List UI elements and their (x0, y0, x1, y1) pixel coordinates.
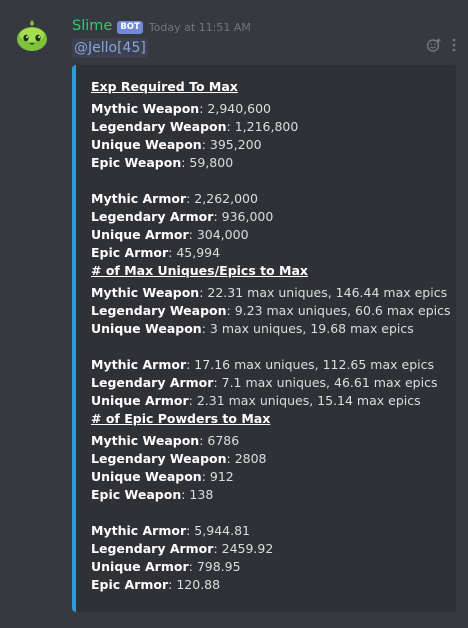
message-actions (426, 37, 456, 58)
chat-message: Slime BOT Today at 11:51 AM @Jello[45] E… (0, 0, 468, 628)
list-item: Epic Weapon: 59,800 (91, 155, 234, 170)
list-item: Mythic Armor: 2,262,000 (91, 191, 258, 206)
section-title-powders: # of Epic Powders to Max (91, 411, 271, 426)
list-item: Legendary Armor: 7.1 max uniques, 46.61 … (91, 375, 438, 390)
list-item: Epic Armor: 120.88 (91, 577, 221, 592)
list-item: Epic Armor: 45,994 (91, 245, 221, 260)
section-title-max: # of Max Uniques/Epics to Max (91, 263, 308, 278)
more-options-icon[interactable] (452, 38, 456, 57)
list-item: Unique Weapon: 395,200 (91, 137, 262, 152)
add-reaction-icon[interactable] (426, 37, 442, 58)
timestamp: Today at 11:51 AM (148, 20, 251, 34)
user-mention[interactable]: @Jello[45] (72, 38, 148, 58)
list-item: Mythic Armor: 5,944.81 (91, 523, 250, 538)
section-title-exp: Exp Required To Max (91, 79, 238, 94)
list-item: Unique Weapon: 912 (91, 469, 234, 484)
list-item: Legendary Armor: 936,000 (91, 209, 274, 224)
bot-tag: BOT (117, 20, 143, 34)
list-item: Mythic Weapon: 6786 (91, 433, 240, 448)
list-item: Mythic Weapon: 22.31 max uniques, 146.44… (91, 285, 448, 300)
embed: Exp Required To Max Mythic Weapon: 2,940… (72, 65, 456, 612)
message-header: Slime BOT Today at 11:51 AM (72, 15, 251, 37)
list-item: Unique Armor: 2.31 max uniques, 15.14 ma… (91, 393, 421, 408)
list-item: Mythic Weapon: 2,940,600 (91, 101, 272, 116)
username[interactable]: Slime (72, 18, 112, 34)
list-item: Legendary Weapon: 2808 (91, 451, 267, 466)
list-item: Unique Weapon: 3 max uniques, 19.68 max … (91, 321, 414, 336)
list-item: Unique Armor: 304,000 (91, 227, 249, 242)
embed-content: Exp Required To Max Mythic Weapon: 2,940… (91, 78, 451, 594)
list-item: Unique Armor: 798.95 (91, 559, 241, 574)
list-item: Legendary Armor: 2459.92 (91, 541, 274, 556)
list-item: Mythic Armor: 17.16 max uniques, 112.65 … (91, 357, 435, 372)
list-item: Epic Weapon: 138 (91, 487, 214, 502)
list-item: Legendary Weapon: 1,216,800 (91, 119, 299, 134)
list-item: Legendary Weapon: 9.23 max uniques, 60.6… (91, 303, 451, 318)
slime-avatar-icon[interactable] (12, 14, 52, 54)
